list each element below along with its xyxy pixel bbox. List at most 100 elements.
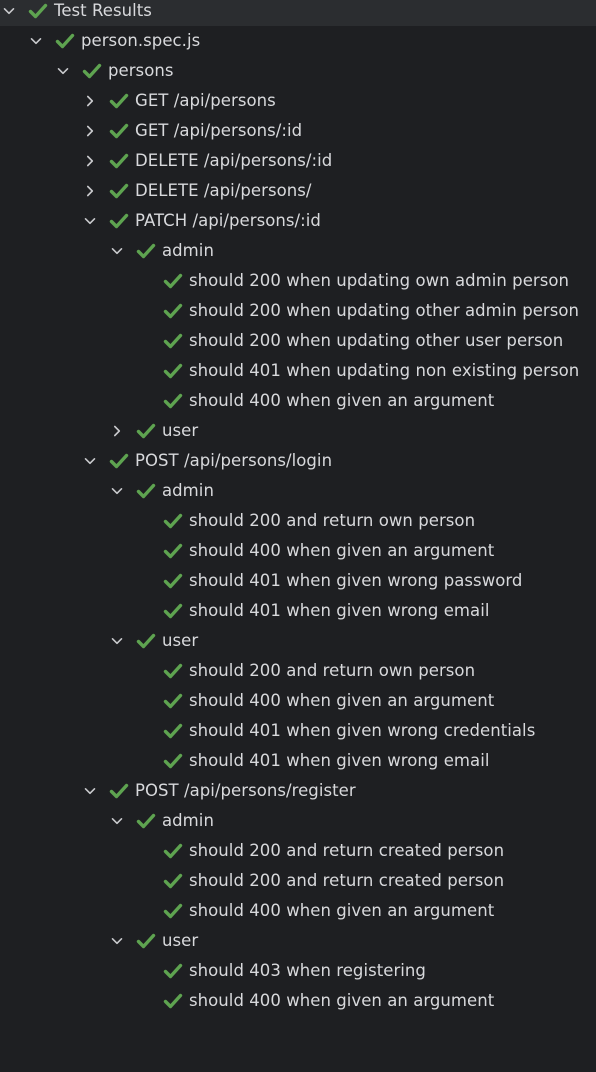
check-icon <box>109 782 129 800</box>
check-icon <box>55 32 75 50</box>
test-suite-row[interactable]: POST /api/persons/register <box>0 776 596 806</box>
test-case-row[interactable]: should 200 and return created person <box>0 866 596 896</box>
test-suite-label: DELETE /api/persons/:id <box>135 151 333 170</box>
chevron-down-icon[interactable] <box>29 34 43 48</box>
check-icon <box>163 722 183 740</box>
test-suite-label: person.spec.js <box>81 31 201 50</box>
test-case-label: should 200 and return created person <box>189 871 505 890</box>
chevron-down-icon[interactable] <box>83 454 97 468</box>
test-suite-label: POST /api/persons/register <box>135 781 356 800</box>
chevron-down-icon[interactable] <box>83 784 97 798</box>
check-icon <box>163 842 183 860</box>
test-case-label: should 400 when given an argument <box>189 901 495 920</box>
chevron-down-icon[interactable] <box>110 814 124 828</box>
check-icon <box>136 242 156 260</box>
test-case-row[interactable]: should 200 and return created person <box>0 836 596 866</box>
chevron-right-icon[interactable] <box>83 154 97 168</box>
test-suite-row[interactable]: person.spec.js <box>0 26 596 56</box>
check-icon <box>163 662 183 680</box>
test-case-row[interactable]: should 401 when given wrong email <box>0 596 596 626</box>
test-case-label: should 200 and return own person <box>189 511 476 530</box>
test-results-tree: Test Results person.spec.js persons GET /ap… <box>0 0 596 1072</box>
test-case-row[interactable]: should 200 when updating other admin per… <box>0 296 596 326</box>
test-case-row[interactable]: should 400 when given an argument <box>0 896 596 926</box>
test-suite-row[interactable]: GET /api/persons <box>0 86 596 116</box>
test-suite-row[interactable]: persons <box>0 56 596 86</box>
check-icon <box>163 902 183 920</box>
test-suite-row[interactable]: user <box>0 416 596 446</box>
check-icon <box>163 332 183 350</box>
test-case-row[interactable]: should 401 when given wrong credentials <box>0 716 596 746</box>
test-case-label: should 400 when given an argument <box>189 991 495 1010</box>
check-icon <box>163 272 183 290</box>
test-case-row[interactable]: should 401 when given wrong password <box>0 566 596 596</box>
chevron-down-icon[interactable] <box>83 214 97 228</box>
chevron-down-icon[interactable] <box>110 634 124 648</box>
test-suite-label: PATCH /api/persons/:id <box>135 211 321 230</box>
test-case-row[interactable]: should 401 when given wrong email <box>0 746 596 776</box>
test-case-row[interactable]: should 400 when given an argument <box>0 386 596 416</box>
test-suite-label: Test Results <box>54 1 152 20</box>
test-case-row[interactable]: should 200 when updating own admin perso… <box>0 266 596 296</box>
test-case-label: should 401 when given wrong email <box>189 601 490 620</box>
test-suite-label: persons <box>108 61 174 80</box>
chevron-down-icon[interactable] <box>110 484 124 498</box>
test-case-row[interactable]: should 400 when given an argument <box>0 536 596 566</box>
test-case-row[interactable]: should 200 and return own person <box>0 656 596 686</box>
test-case-label: should 200 and return own person <box>189 661 476 680</box>
test-case-row[interactable]: should 400 when given an argument <box>0 686 596 716</box>
check-icon <box>163 542 183 560</box>
test-suite-label: admin <box>162 481 214 500</box>
test-suite-row[interactable]: POST /api/persons/login <box>0 446 596 476</box>
check-icon <box>136 812 156 830</box>
chevron-right-icon[interactable] <box>110 424 124 438</box>
test-suite-row[interactable]: GET /api/persons/:id <box>0 116 596 146</box>
test-suite-row[interactable]: admin <box>0 236 596 266</box>
test-case-row[interactable]: should 401 when updating non existing pe… <box>0 356 596 386</box>
test-suite-row[interactable]: admin <box>0 806 596 836</box>
test-suite-row[interactable]: DELETE /api/persons/ <box>0 176 596 206</box>
check-icon <box>163 692 183 710</box>
test-suite-label: admin <box>162 811 214 830</box>
chevron-down-icon[interactable] <box>2 4 16 18</box>
check-icon <box>109 212 129 230</box>
check-icon <box>82 62 102 80</box>
chevron-down-icon[interactable] <box>110 244 124 258</box>
test-case-row[interactable]: should 200 and return own person <box>0 506 596 536</box>
test-case-row[interactable]: should 200 when updating other user pers… <box>0 326 596 356</box>
check-icon <box>163 992 183 1010</box>
chevron-right-icon[interactable] <box>83 184 97 198</box>
chevron-down-icon[interactable] <box>110 934 124 948</box>
test-suite-row[interactable]: admin <box>0 476 596 506</box>
test-case-label: should 400 when given an argument <box>189 391 495 410</box>
chevron-right-icon[interactable] <box>83 124 97 138</box>
test-case-label: should 200 and return created person <box>189 841 505 860</box>
check-icon <box>109 182 129 200</box>
test-case-label: should 401 when given wrong email <box>189 751 490 770</box>
test-suite-label: POST /api/persons/login <box>135 451 333 470</box>
check-icon <box>163 962 183 980</box>
test-suite-row[interactable]: PATCH /api/persons/:id <box>0 206 596 236</box>
test-case-label: should 401 when updating non existing pe… <box>189 361 580 380</box>
test-case-label: should 403 when registering <box>189 961 426 980</box>
check-icon <box>136 632 156 650</box>
check-icon <box>163 302 183 320</box>
test-case-label: should 401 when given wrong password <box>189 571 523 590</box>
test-suite-row[interactable]: user <box>0 626 596 656</box>
check-icon <box>163 392 183 410</box>
test-suite-row[interactable]: Test Results <box>0 0 596 26</box>
test-suite-row[interactable]: user <box>0 926 596 956</box>
check-icon <box>163 872 183 890</box>
check-icon <box>136 422 156 440</box>
chevron-right-icon[interactable] <box>83 94 97 108</box>
test-suite-label: user <box>162 421 199 440</box>
test-case-row[interactable]: should 403 when registering <box>0 956 596 986</box>
test-suite-label: user <box>162 631 199 650</box>
test-suite-row[interactable]: DELETE /api/persons/:id <box>0 146 596 176</box>
test-case-label: should 200 when updating other admin per… <box>189 301 580 320</box>
test-case-row[interactable]: should 400 when given an argument <box>0 986 596 1016</box>
test-suite-label: admin <box>162 241 214 260</box>
test-case-label: should 400 when given an argument <box>189 691 495 710</box>
test-suite-label: GET /api/persons <box>135 91 276 110</box>
chevron-down-icon[interactable] <box>56 64 70 78</box>
